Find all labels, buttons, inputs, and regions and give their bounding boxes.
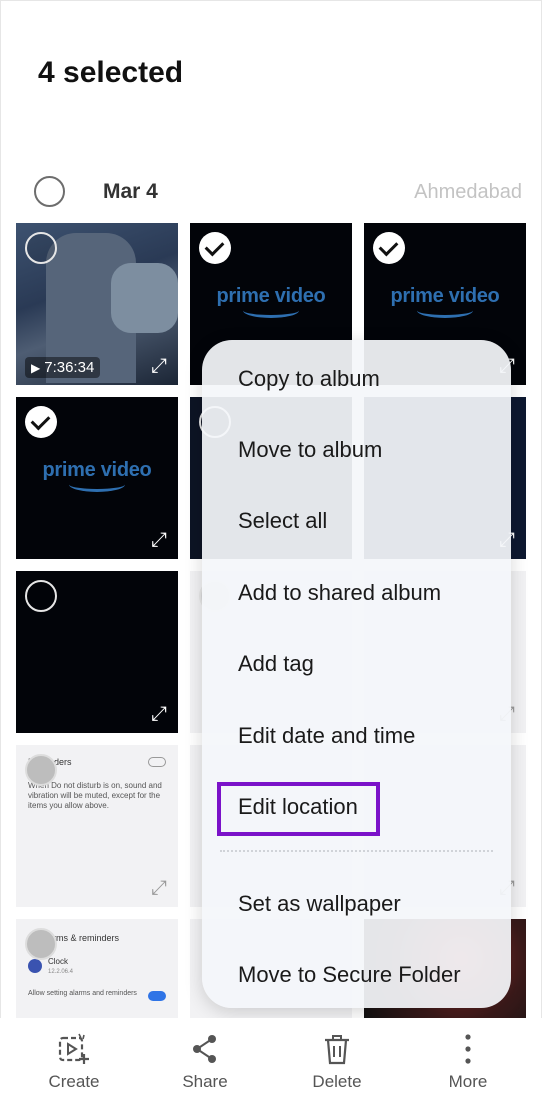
reminders-body: When Do not disturb is on, sound and vib… [28, 781, 162, 810]
select-checkbox[interactable] [25, 232, 57, 264]
delete-label: Delete [312, 1072, 362, 1091]
clock-version: 12.2.06.4 [48, 969, 74, 975]
menu-edit-date-and-time[interactable]: Edit date and time [238, 723, 415, 749]
select-checkbox[interactable] [25, 928, 57, 960]
select-group-checkbox[interactable] [34, 176, 65, 207]
menu-divider [220, 850, 493, 852]
highlight-box [217, 782, 380, 836]
group-date: Mar 4 [103, 180, 158, 203]
prime-smile-icon [69, 477, 125, 492]
select-checkbox[interactable] [25, 754, 57, 786]
toggle-icon [148, 991, 166, 1001]
expand-icon[interactable]: ⤢ [148, 877, 170, 899]
select-checkbox[interactable] [25, 580, 57, 612]
thumbnail-image[interactable]: ⤢ [16, 571, 178, 733]
video-duration: 7:36:34 [44, 359, 95, 376]
selected-check-icon[interactable] [199, 232, 231, 264]
thumbnail-video[interactable]: ▶ 7:36:34 ⤢ [16, 223, 178, 385]
group-location[interactable]: Ahmedabad [414, 181, 522, 204]
thumbnail-screenshot[interactable]: Alarms & reminders Clock 12.2.06.4 Allow… [16, 919, 178, 1018]
menu-add-to-shared-album[interactable]: Add to shared album [238, 580, 441, 606]
prime-smile-icon [243, 303, 299, 318]
menu-select-all[interactable]: Select all [238, 508, 327, 534]
play-icon: ▶ [31, 361, 41, 375]
video-duration-badge: ▶ 7:36:34 [25, 357, 101, 378]
create-movie-icon [58, 1033, 89, 1064]
menu-add-tag[interactable]: Add tag [238, 651, 314, 677]
menu-copy-to-album[interactable]: Copy to album [238, 366, 380, 392]
prime-smile-icon [417, 303, 473, 318]
menu-move-to-secure-folder[interactable]: Move to Secure Folder [238, 962, 461, 988]
clock-icon [28, 959, 42, 973]
create-button[interactable]: Create [19, 1032, 129, 1092]
create-label: Create [48, 1072, 100, 1091]
allow-alarms-text: Allow setting alarms and reminders [28, 990, 137, 997]
selection-count-title: 4 selected [38, 56, 184, 89]
selected-check-icon[interactable] [25, 406, 57, 438]
more-vertical-icon [465, 1034, 471, 1064]
expand-icon[interactable]: ⤢ [148, 355, 170, 377]
trash-icon [325, 1035, 349, 1065]
expand-icon[interactable]: ⤢ [148, 703, 170, 725]
bottom-action-bar: Create Share Delete More [0, 1018, 542, 1109]
clock-label: Clock [48, 957, 69, 966]
selected-check-icon[interactable] [373, 232, 405, 264]
share-label: Share [182, 1072, 228, 1091]
share-icon [193, 1035, 216, 1063]
thumbnail-screenshot[interactable]: Reminders When Do not disturb is on, sou… [16, 745, 178, 907]
more-label: More [448, 1072, 488, 1091]
more-button[interactable]: More [413, 1032, 523, 1092]
share-button[interactable]: Share [150, 1032, 260, 1092]
toggle-icon [148, 757, 166, 767]
date-group-header: Mar 4 Ahmedabad [0, 170, 542, 212]
thumbnail-image[interactable]: prime video ⤢ [16, 397, 178, 559]
expand-icon[interactable]: ⤢ [148, 529, 170, 551]
more-options-menu: Copy to album Move to album Select all A… [202, 340, 511, 1008]
menu-move-to-album[interactable]: Move to album [238, 437, 382, 463]
delete-button[interactable]: Delete [282, 1032, 392, 1092]
menu-set-as-wallpaper[interactable]: Set as wallpaper [238, 891, 401, 917]
